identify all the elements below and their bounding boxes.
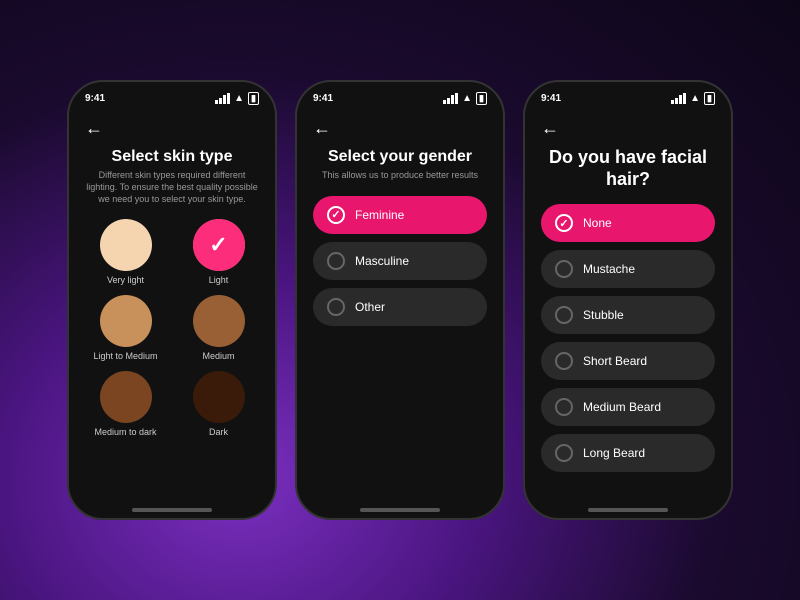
radio-none: ✓	[555, 214, 573, 232]
label-feminine: Feminine	[355, 208, 404, 222]
phone-facial-hair: 9:41 ▲ ▮ ← Do you have facial hair? ✓ No…	[523, 80, 733, 520]
gender-options-list: ✓ Feminine ✓ Masculine ✓ Other	[313, 196, 487, 326]
back-button-2[interactable]: ←	[313, 118, 487, 139]
skin-option-medium-to-dark[interactable]: Medium to dark	[89, 371, 162, 437]
wifi-icon: ▲	[234, 93, 244, 104]
skin-label-medium-to-dark: Medium to dark	[94, 427, 156, 437]
skin-label-very-light: Very light	[107, 275, 144, 285]
screen-title-gender: Select your gender	[313, 147, 487, 166]
skin-circle-very-light	[100, 219, 152, 271]
skin-label-medium: Medium	[202, 351, 234, 361]
gender-option-masculine[interactable]: ✓ Masculine	[313, 242, 487, 280]
signal-icon-2	[443, 93, 458, 104]
facial-option-long-beard[interactable]: Long Beard	[541, 434, 715, 472]
phone-notch-3	[588, 82, 668, 104]
label-medium-beard: Medium Beard	[583, 400, 661, 414]
facial-option-mustache[interactable]: Mustache	[541, 250, 715, 288]
label-long-beard: Long Beard	[583, 446, 645, 460]
signal-icon-3	[671, 93, 686, 104]
skin-options-grid: Very light Light Light to Medium Medium …	[85, 219, 259, 437]
phone-skin-type: 9:41 ▲ ▮ ← Select skin type Different sk…	[67, 80, 277, 520]
radio-short-beard	[555, 352, 573, 370]
status-time-2: 9:41	[313, 93, 333, 104]
facial-hair-options-list: ✓ None Mustache Stubble Short Beard Medi…	[541, 204, 715, 472]
skin-circle-light	[193, 219, 245, 271]
facial-option-stubble[interactable]: Stubble	[541, 296, 715, 334]
gender-option-other[interactable]: ✓ Other	[313, 288, 487, 326]
skin-option-dark[interactable]: Dark	[182, 371, 255, 437]
signal-icon	[215, 93, 230, 104]
check-feminine: ✓	[331, 208, 340, 221]
status-icons: ▲ ▮	[215, 92, 259, 105]
phone-notch	[132, 82, 212, 104]
status-icons-2: ▲ ▮	[443, 92, 487, 105]
radio-medium-beard	[555, 398, 573, 416]
status-time: 9:41	[85, 93, 105, 104]
back-button[interactable]: ←	[85, 118, 259, 139]
skin-option-light-to-medium[interactable]: Light to Medium	[89, 295, 162, 361]
skin-label-light-to-medium: Light to Medium	[93, 351, 157, 361]
screen-title-skin: Select skin type	[85, 147, 259, 166]
label-short-beard: Short Beard	[583, 354, 647, 368]
skin-circle-medium	[193, 295, 245, 347]
home-indicator-3	[588, 508, 668, 512]
skin-label-dark: Dark	[209, 427, 228, 437]
skin-option-very-light[interactable]: Very light	[89, 219, 162, 285]
home-indicator-2	[360, 508, 440, 512]
phone-gender: 9:41 ▲ ▮ ← Select your gender This allow…	[295, 80, 505, 520]
skin-circle-light-to-medium	[100, 295, 152, 347]
status-icons-3: ▲ ▮	[671, 92, 715, 105]
phone-notch-2	[360, 82, 440, 104]
wifi-icon-2: ▲	[462, 93, 472, 104]
battery-icon: ▮	[248, 92, 259, 105]
wifi-icon-3: ▲	[690, 93, 700, 104]
status-time-3: 9:41	[541, 93, 561, 104]
radio-long-beard	[555, 444, 573, 462]
label-other: Other	[355, 300, 385, 314]
skin-circle-dark	[193, 371, 245, 423]
skin-option-medium[interactable]: Medium	[182, 295, 255, 361]
label-mustache: Mustache	[583, 262, 635, 276]
facial-option-short-beard[interactable]: Short Beard	[541, 342, 715, 380]
screen-subtitle-skin: Different skin types required different …	[85, 170, 259, 205]
phone-content-gender: ← Select your gender This allows us to p…	[297, 110, 503, 500]
radio-masculine: ✓	[327, 252, 345, 270]
phone-content-facial: ← Do you have facial hair? ✓ None Mustac…	[525, 110, 731, 500]
radio-mustache	[555, 260, 573, 278]
skin-circle-medium-to-dark	[100, 371, 152, 423]
radio-other: ✓	[327, 298, 345, 316]
gender-option-feminine[interactable]: ✓ Feminine	[313, 196, 487, 234]
screen-subtitle-gender: This allows us to produce better results	[313, 170, 487, 182]
battery-icon-2: ▮	[476, 92, 487, 105]
phone-content-skin: ← Select skin type Different skin types …	[69, 110, 275, 500]
battery-icon-3: ▮	[704, 92, 715, 105]
skin-option-light[interactable]: Light	[182, 219, 255, 285]
skin-label-light: Light	[209, 275, 229, 285]
label-stubble: Stubble	[583, 308, 624, 322]
screen-title-facial: Do you have facial hair?	[541, 147, 715, 190]
back-button-3[interactable]: ←	[541, 118, 715, 139]
label-none: None	[583, 216, 612, 230]
radio-feminine: ✓	[327, 206, 345, 224]
facial-option-medium-beard[interactable]: Medium Beard	[541, 388, 715, 426]
home-indicator	[132, 508, 212, 512]
facial-option-none[interactable]: ✓ None	[541, 204, 715, 242]
label-masculine: Masculine	[355, 254, 409, 268]
check-none: ✓	[559, 217, 568, 230]
radio-stubble	[555, 306, 573, 324]
